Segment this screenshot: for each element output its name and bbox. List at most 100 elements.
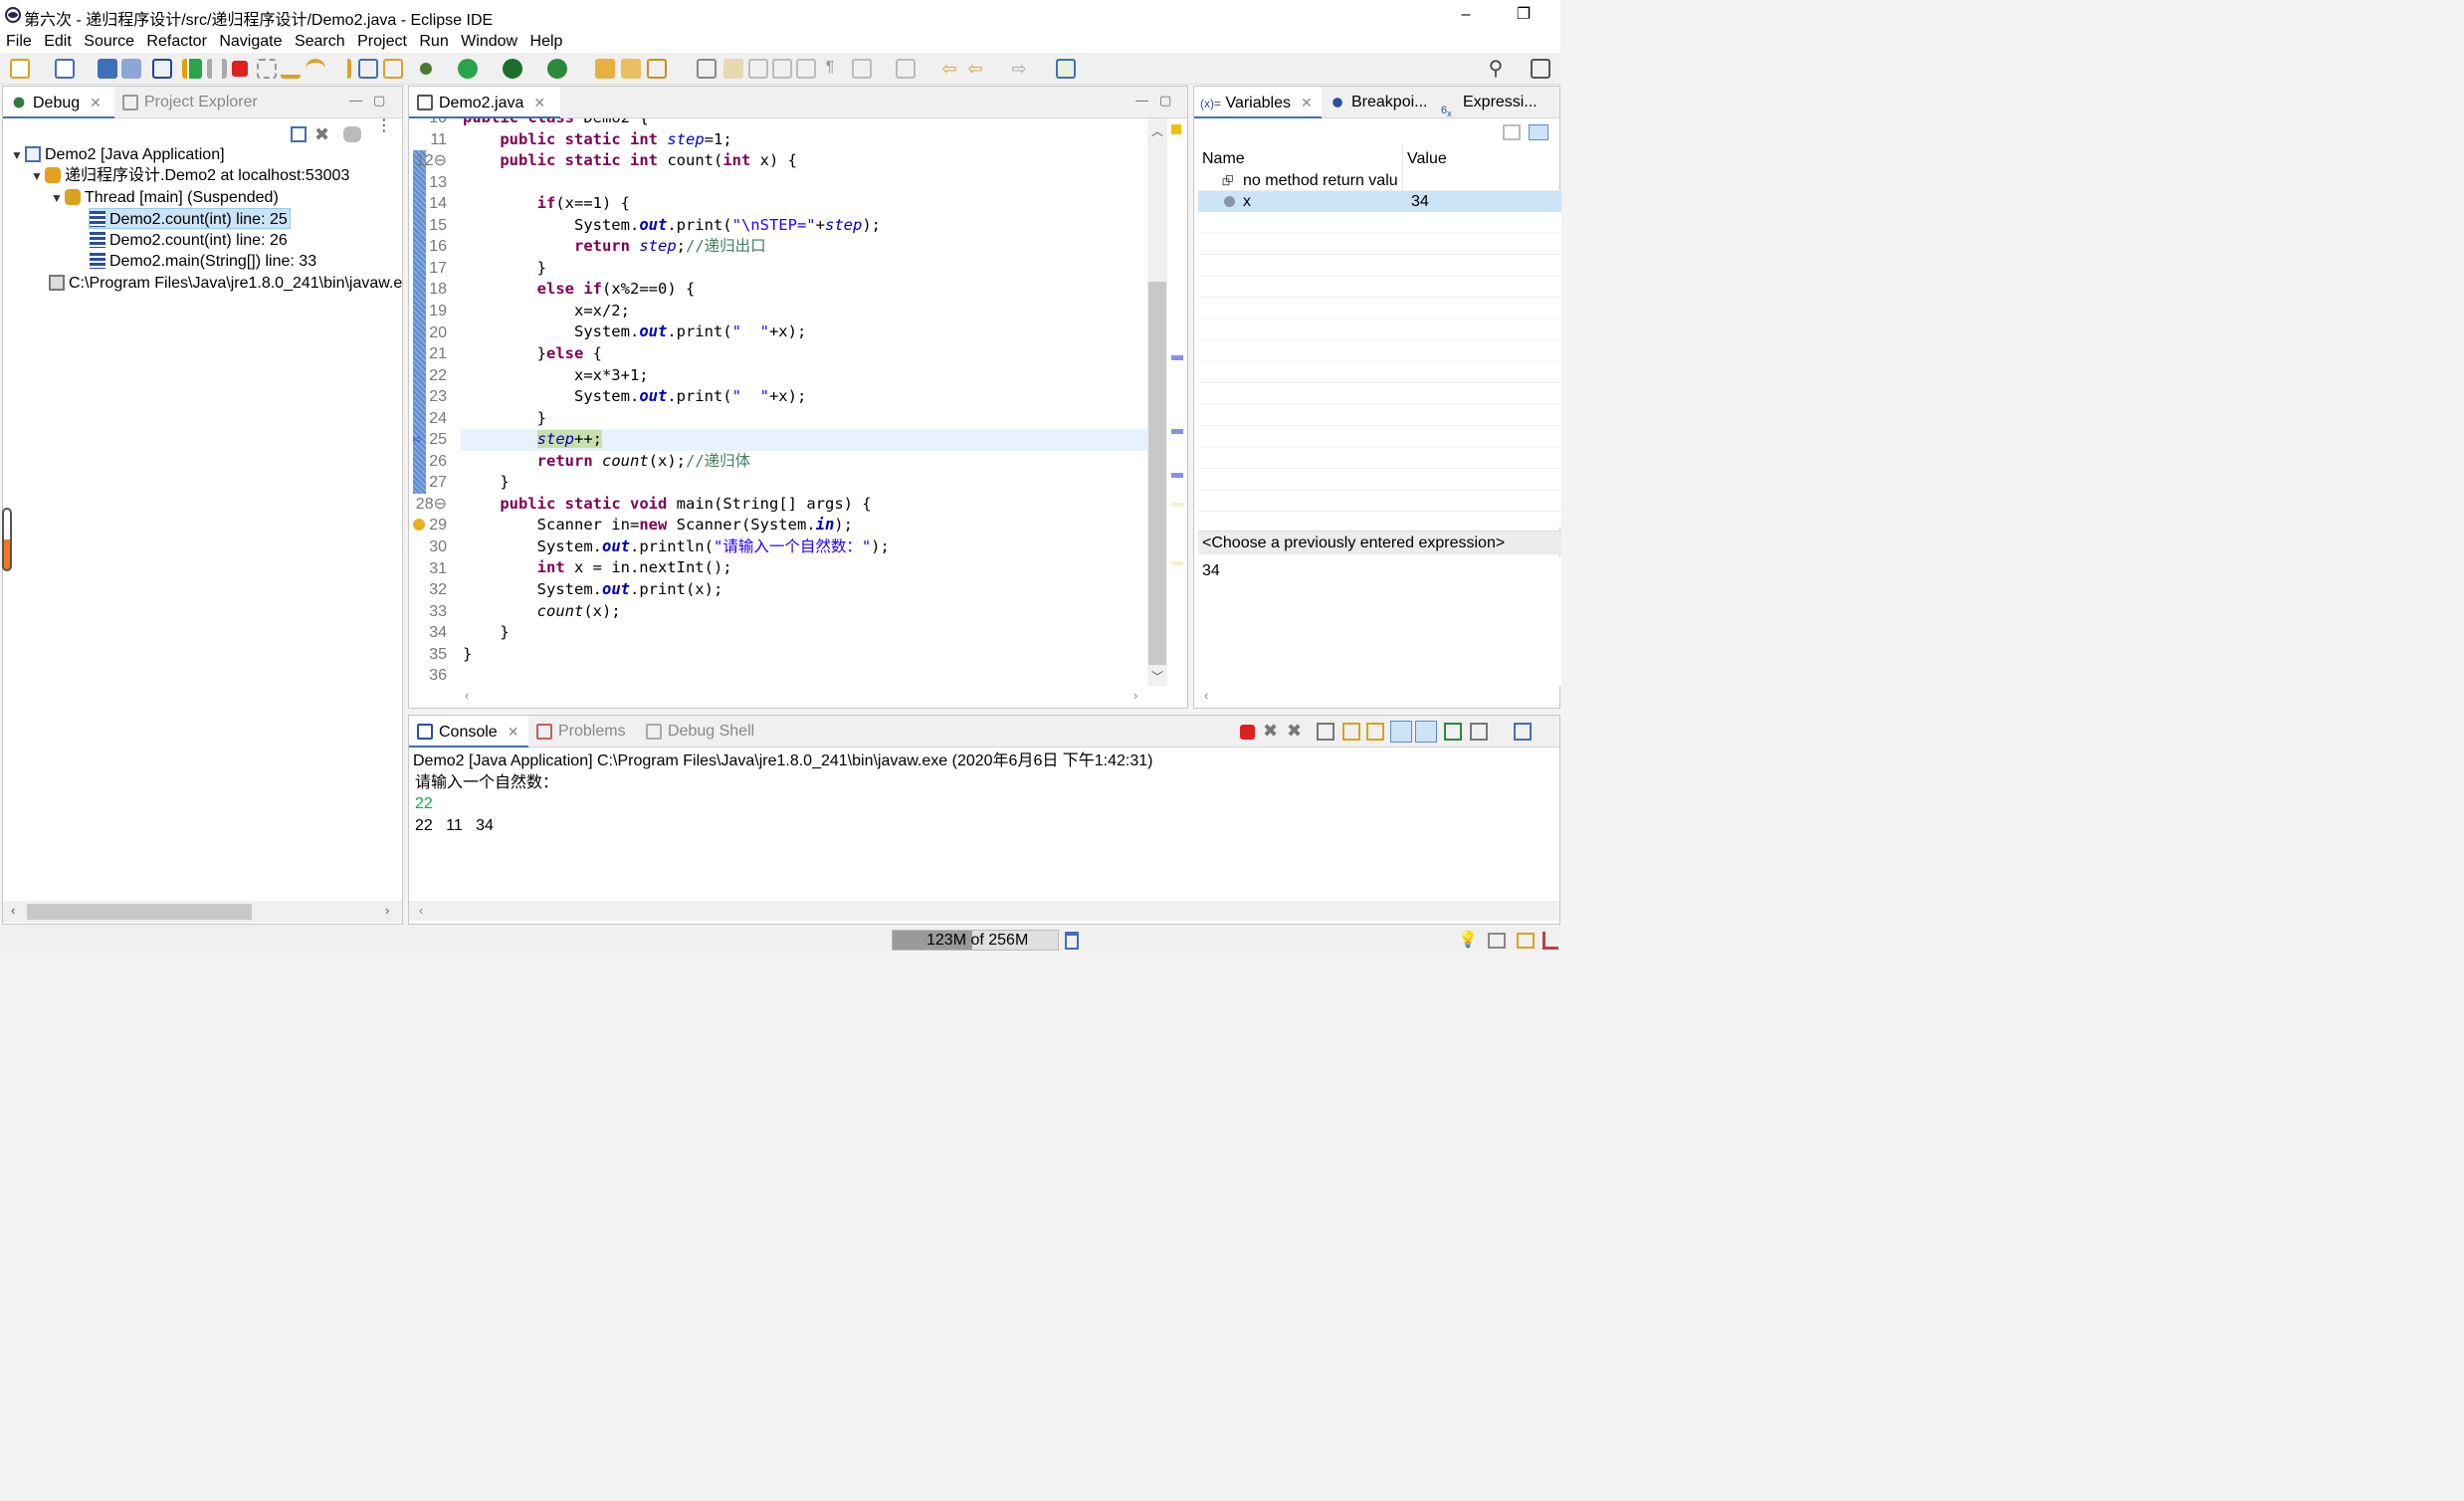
minimize-button[interactable]: – [1446,2,1486,28]
code-line[interactable]: } [463,622,890,644]
variable-row[interactable]: ⮺ no method return valu [1198,170,1561,191]
tab-debug[interactable]: Debug ✕ [3,87,114,118]
pin-editor-icon[interactable] [1056,59,1076,79]
minimize-view-icon[interactable]: — [349,93,362,107]
external-tools-icon[interactable] [547,59,567,79]
word-wrap-icon[interactable] [796,59,816,79]
heap-status[interactable]: 123M of 256M [892,930,1059,951]
code-line[interactable]: System.out.print(x); [463,579,890,601]
detail-horizontal-scrollbar[interactable]: ‹ [1198,686,1561,706]
code-line[interactable] [463,665,890,686]
tab-expressions[interactable]: 6x Expressi... [1433,87,1561,118]
chart-icon[interactable] [1542,932,1558,950]
code-area[interactable]: ➪ 101112⊖1314151617181920212223242526272… [409,118,1147,686]
menu-edit[interactable]: Edit [40,31,76,52]
code-line[interactable]: }else { [463,343,890,365]
chevron-down-icon[interactable]: ▼ [51,188,65,209]
tree-item-process[interactable]: C:\Program Files\Java\jre1.8.0_241\bin\j… [49,273,402,294]
save-all-icon[interactable] [121,59,141,79]
forward-icon[interactable]: ⇨ [1009,59,1029,79]
close-icon[interactable]: ✕ [533,95,545,110]
tip-icon[interactable]: 💡 [1458,930,1478,950]
code-line[interactable]: public static int count(int x) { [463,150,890,172]
open-console-icon[interactable] [1514,723,1532,741]
step-return-icon[interactable] [331,59,351,79]
show-type-names-icon[interactable] [1503,124,1521,140]
console-horizontal-scrollbar[interactable]: ‹ [409,901,1559,921]
stack-frame-row[interactable]: Demo2.count(int) line: 26 [90,230,288,251]
back-icon[interactable]: ⇦ [965,59,985,79]
scroll-left-icon[interactable]: ‹ [465,688,469,703]
scroll-down-icon[interactable]: ﹀ [1151,668,1163,685]
tree-item-demo2-app[interactable]: ▼ Demo2 [Java Application] [11,144,225,165]
close-icon[interactable]: ✕ [508,724,519,740]
collapse-all-icon[interactable] [291,126,307,142]
remove-terminated-icon[interactable]: ✖ [314,124,329,145]
drop-to-frame-icon[interactable] [358,59,378,79]
variable-row[interactable]: x 34 [1198,191,1561,212]
menu-source[interactable]: Source [80,31,138,52]
scroll-left-icon[interactable]: ‹ [419,903,423,918]
notifications-icon[interactable] [1488,933,1506,949]
toggle-annotation-icon[interactable] [697,59,717,79]
code-line[interactable]: public static void main(String[] args) { [463,494,890,516]
code-line[interactable]: step++; [463,429,890,451]
word-wrap-icon[interactable] [1366,723,1384,741]
terminate-icon[interactable] [232,61,248,77]
collapse-all-icon[interactable] [1529,124,1548,140]
maximize-view-icon[interactable]: ▢ [373,93,385,108]
chevron-down-icon[interactable]: ▼ [11,145,25,166]
tab-debug-shell[interactable]: Debug Shell [638,716,767,748]
close-icon[interactable]: ✕ [90,95,102,110]
code-line[interactable]: System.out.println("请输入一个自然数："); [463,536,890,558]
coverage-icon[interactable] [503,59,522,79]
block-selection-icon[interactable] [772,59,792,79]
column-header-name[interactable]: Name [1202,148,1245,170]
code-line[interactable]: System.out.print("\nSTEP="+step); [463,215,890,237]
menu-help[interactable]: Help [526,31,567,52]
show-on-error-icon[interactable] [1415,721,1437,743]
previous-annotation-icon[interactable] [896,59,916,79]
scroll-right-icon[interactable]: › [385,903,389,918]
search-icon[interactable]: ⚲ [1486,59,1506,79]
suspend-icon[interactable] [207,59,227,79]
clear-console-icon[interactable] [1317,723,1335,741]
code-line[interactable]: public static int step=1; [463,129,890,151]
code-line[interactable]: if(x==1) { [463,193,890,215]
scroll-lock-icon[interactable] [1342,723,1360,741]
open-type-icon[interactable] [621,59,641,79]
menu-search[interactable]: Search [291,31,349,52]
code-line[interactable]: } [463,258,890,280]
display-console-icon[interactable] [1470,723,1488,741]
stack-frame-row[interactable]: Demo2.main(String[]) line: 33 [90,251,316,272]
run-icon[interactable] [458,59,478,79]
garbage-collect-icon[interactable] [1065,932,1079,950]
tab-console[interactable]: Console ✕ [409,716,528,748]
remove-launch-icon[interactable]: ✖ [1263,721,1278,742]
tab-breakpoints[interactable]: Breakpoi... [1322,87,1433,118]
terminate-icon[interactable] [1240,725,1255,740]
minimize-view-icon[interactable]: — [1135,93,1148,107]
save-icon[interactable] [98,59,117,79]
skip-breakpoints-icon[interactable] [152,59,172,79]
menu-refactor[interactable]: Refactor [142,31,210,52]
horizontal-scrollbar[interactable]: ‹ › [3,901,402,923]
code-line[interactable]: } [463,644,890,666]
console-output-area[interactable]: 请输入一个自然数： 22 22 11 34 [409,772,1559,900]
scroll-up-icon[interactable]: ︿ [1151,122,1163,139]
show-on-output-icon[interactable] [1390,721,1412,743]
step-over-icon[interactable] [306,59,325,79]
code-line[interactable]: return count(x);//递归体 [463,451,890,473]
tree-item-thread[interactable]: ▼ Thread [main] (Suspended) [51,187,279,208]
code-line[interactable]: int x = in.nextInt(); [463,557,890,579]
maximize-view-icon[interactable]: ▢ [1159,93,1171,108]
remove-all-terminated-icon[interactable]: ✖ [1287,721,1302,742]
tab-demo2-java[interactable]: Demo2.java ✕ [409,87,560,118]
code-line[interactable]: System.out.print(" "+x); [463,386,890,408]
menu-navigate[interactable]: Navigate [215,31,286,52]
code-line[interactable]: } [463,408,890,430]
tab-variables[interactable]: (x)= Variables ✕ [1194,87,1322,118]
menu-file[interactable]: File [2,31,36,52]
code-line[interactable] [463,172,890,194]
scroll-left-icon[interactable]: ‹ [11,903,15,918]
